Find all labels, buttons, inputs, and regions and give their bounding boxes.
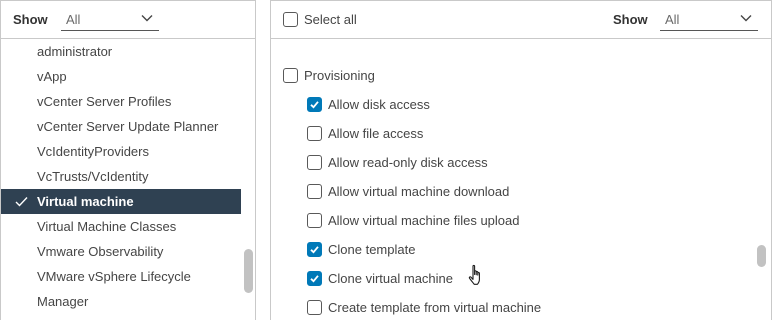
select-all-label: Select all — [304, 12, 357, 27]
nav-item-label: vApp — [37, 69, 67, 84]
chevron-down-icon — [740, 15, 752, 22]
privilege-checkbox[interactable] — [307, 97, 322, 112]
privilege-label: Allow disk access — [328, 97, 430, 112]
nav-item[interactable]: Virtual machine — [1, 189, 241, 214]
privilege-checkbox[interactable] — [307, 271, 322, 286]
left-show-row: Show — [13, 1, 48, 37]
checkmark-icon — [310, 246, 319, 254]
provisioning-group-checkbox[interactable] — [283, 68, 298, 83]
nav-item[interactable]: vApp — [1, 64, 241, 89]
nav-item[interactable]: Virtual Machine Classes — [1, 214, 241, 239]
right-show-label: Show — [613, 11, 648, 27]
nav-item-label: Vmware Observability — [37, 244, 164, 259]
privilege-label: Allow virtual machine download — [328, 184, 510, 199]
privilege-label: Create template from virtual machine — [328, 300, 542, 315]
right-show-value: All — [665, 12, 680, 27]
nav-item-label: vCenter Server Profiles — [37, 94, 172, 109]
checkmark-icon — [310, 275, 319, 283]
nav-item[interactable]: Vmware Observability — [1, 239, 241, 264]
left-show-label: Show — [13, 11, 48, 27]
nav-item-label: Manager — [37, 294, 89, 309]
privilege-label: Allow virtual machine files upload — [328, 213, 520, 228]
select-all-checkbox[interactable] — [283, 12, 298, 27]
chevron-down-icon — [141, 15, 153, 22]
nav-item-label: Virtual machine — [37, 194, 134, 209]
privilege-label: Allow file access — [328, 126, 424, 141]
nav-item[interactable]: administrator — [1, 39, 241, 64]
nav-item-label: vCenter Server Update Planner — [37, 119, 219, 134]
right-scrollbar-thumb[interactable] — [757, 245, 766, 267]
privilege-label: Clone virtual machine — [328, 271, 454, 286]
checkmark-icon — [310, 101, 319, 109]
right-header-divider — [271, 38, 771, 39]
nav-item[interactable]: Manager — [1, 289, 241, 314]
privilege-checkbox[interactable] — [307, 184, 322, 199]
left-show-select[interactable]: All — [61, 9, 159, 31]
checkmark-icon — [15, 197, 28, 207]
nav-item[interactable]: VMware vSphere Lifecycle — [1, 264, 241, 289]
privilege-label: Allow read-only disk access — [328, 155, 488, 170]
nav-item-label: administrator — [37, 44, 113, 59]
privilege-checkbox[interactable] — [307, 126, 322, 141]
right-show-select[interactable]: All — [660, 9, 758, 31]
left-show-value: All — [66, 12, 81, 27]
privilege-checkbox[interactable] — [307, 300, 322, 315]
nav-item[interactable]: VcTrusts/VcIdentity — [1, 164, 241, 189]
nav-item[interactable]: vCenter Server Update Planner — [1, 114, 241, 139]
nav-item-label: Virtual Machine Classes — [37, 219, 177, 234]
nav-item-label: VcIdentityProviders — [37, 144, 149, 159]
nav-item[interactable]: vCenter Server Profiles — [1, 89, 241, 114]
nav-item[interactable]: VcIdentityProviders — [1, 139, 241, 164]
privilege-checkbox[interactable] — [307, 155, 322, 170]
privilege-checkbox[interactable] — [307, 242, 322, 257]
provisioning-group-label: Provisioning — [304, 68, 375, 83]
privilege-checkbox[interactable] — [307, 213, 322, 228]
right-show-row: Show — [613, 1, 648, 37]
hand-pointer-icon — [468, 264, 480, 285]
left-pane: Show All administrator vApp vCenter Server… — [0, 0, 256, 320]
privilege-label: Clone template — [328, 242, 416, 257]
right-pane: Select all Show All Provisioning Allow d… — [270, 0, 772, 320]
nav-item-label: VcTrusts/VcIdentity — [37, 169, 149, 184]
nav-item-label: VMware vSphere Lifecycle — [37, 269, 191, 284]
left-scrollbar-thumb[interactable] — [244, 249, 253, 293]
